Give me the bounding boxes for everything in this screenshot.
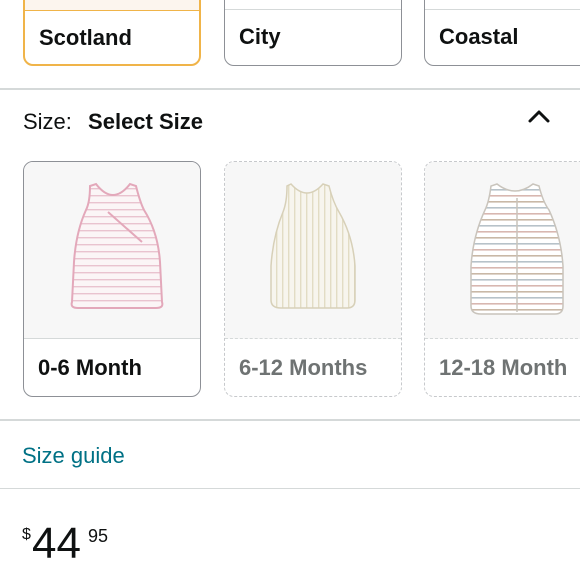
size-option-label: 12-18 Month [439,355,568,380]
size-option-6-12-months[interactable]: 6-12 Months [224,161,402,397]
size-option-12-18-month[interactable]: 12-18 Month [424,161,580,397]
size-selector-header[interactable]: Size: Select Size [23,109,203,135]
product-image-beige-sleep-sack [225,162,401,339]
section-divider [0,419,580,421]
size-guide-link[interactable]: Size guide [22,443,125,469]
price-whole: 44 [32,519,81,568]
price-fraction: 95 [88,526,109,546]
price-currency-symbol: $ [22,526,31,543]
style-option-label: City [239,24,281,49]
size-selected-value: Select Size [88,109,203,134]
section-divider [0,488,580,489]
style-option-coastal[interactable]: Coastal [424,0,580,66]
style-option-label: Coastal [439,24,519,49]
size-option-0-6-month[interactable]: 0-6 Month [23,161,201,397]
chevron-up-icon[interactable] [527,108,551,124]
style-option-label: Scotland [39,25,132,50]
style-option-swatch [225,0,401,10]
section-divider [0,88,580,90]
style-options-row: Scotland City Coastal [0,0,580,70]
size-option-label: 0-6 Month [38,355,142,380]
style-option-swatch [25,0,199,11]
style-option-city[interactable]: City [224,0,402,66]
style-option-swatch [425,0,580,10]
product-image-pink-sleep-sack [24,162,200,339]
size-option-label: 6-12 Months [239,355,368,380]
size-key-label: Size: [23,109,72,134]
product-image-multicolor-sleep-sack [425,162,580,339]
style-option-scotland[interactable]: Scotland [23,0,201,66]
